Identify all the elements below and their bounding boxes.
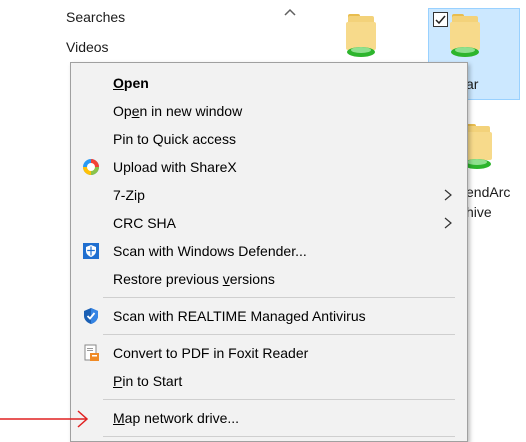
windows-defender-shield-icon	[83, 243, 99, 259]
menu-item-map-network-drive[interactable]: Map network drive...	[71, 404, 467, 432]
menu-item-open[interactable]: Open	[71, 69, 467, 97]
foxit-pdf-icon	[84, 344, 99, 361]
menu-item-pin-start[interactable]: Pin to Start	[71, 367, 467, 395]
menu-item-label: Scan with Windows Defender...	[113, 243, 307, 259]
menu-item-upload-sharex[interactable]: Upload with ShareX	[71, 153, 467, 181]
nav-item-videos[interactable]: Videos	[66, 39, 109, 55]
submenu-chevron-right-icon	[444, 189, 452, 201]
menu-item-pin-quick-access[interactable]: Pin to Quick access	[71, 125, 467, 153]
menu-item-label: Pin to Quick access	[113, 131, 236, 147]
file-label-line1: endArc	[466, 184, 511, 200]
menu-item-label: Open	[113, 75, 149, 91]
sharex-icon	[83, 159, 99, 175]
menu-item-crc-sha[interactable]: CRC SHA	[71, 209, 467, 237]
menu-separator	[103, 436, 455, 437]
menu-separator	[103, 334, 455, 335]
nav-item-searches[interactable]: Searches	[66, 9, 125, 25]
menu-item-7zip[interactable]: 7-Zip	[71, 181, 467, 209]
menu-separator	[103, 297, 455, 298]
menu-item-convert-pdf[interactable]: Convert to PDF in Foxit Reader	[71, 339, 467, 367]
menu-item-label: Pin to Start	[113, 373, 183, 389]
menu-item-restore-versions[interactable]: Restore previous versions	[71, 265, 467, 293]
menu-separator	[103, 399, 455, 400]
submenu-chevron-right-icon	[444, 217, 452, 229]
menu-item-scan-defender[interactable]: Scan with Windows Defender...	[71, 237, 467, 265]
network-share-icon	[451, 47, 479, 57]
menu-item-open-new-window[interactable]: Open in new window	[71, 97, 467, 125]
scroll-up-chevron-icon[interactable]	[281, 4, 299, 22]
antivirus-shield-icon	[84, 308, 98, 324]
menu-item-label: 7-Zip	[113, 187, 145, 203]
menu-item-label: Convert to PDF in Foxit Reader	[113, 345, 309, 361]
menu-item-label: Map network drive...	[113, 410, 240, 426]
file-label-line2: hive	[466, 204, 492, 220]
menu-item-label: Open in new window	[113, 103, 243, 119]
annotation-arrow-icon	[0, 410, 89, 428]
context-menu: Open Open in new window Pin to Quick acc…	[70, 62, 468, 442]
menu-item-label: CRC SHA	[113, 215, 177, 231]
network-share-icon	[347, 47, 375, 57]
menu-item-scan-realtime[interactable]: Scan with REALTIME Managed Antivirus	[71, 302, 467, 330]
menu-item-label: Scan with REALTIME Managed Antivirus	[113, 308, 366, 324]
menu-item-label: Upload with ShareX	[113, 159, 237, 175]
menu-item-label: Restore previous versions	[113, 271, 275, 287]
selection-checkbox[interactable]	[433, 12, 448, 27]
